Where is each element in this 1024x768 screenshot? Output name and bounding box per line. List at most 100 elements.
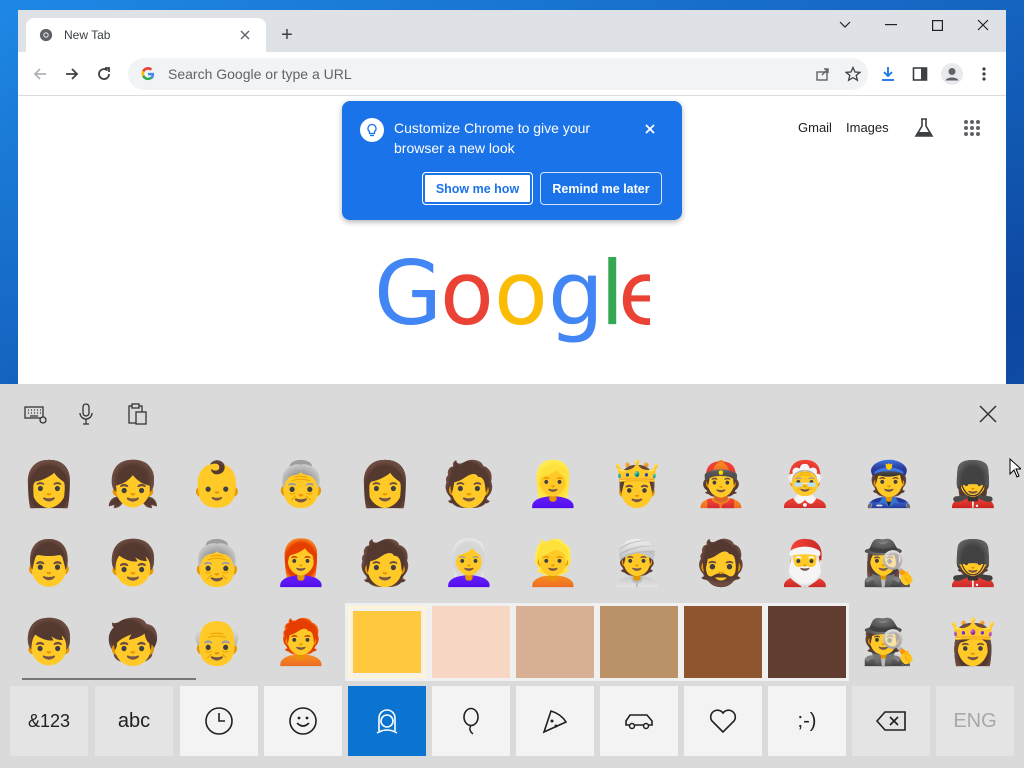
emoji-key[interactable]: 👨 <box>7 526 91 602</box>
share-icon[interactable] <box>808 60 838 88</box>
tab-title: New Tab <box>64 28 111 42</box>
skin-tone-color <box>600 606 678 678</box>
new-tab-button[interactable]: + <box>275 23 299 47</box>
download-icon[interactable] <box>874 60 902 88</box>
pizza-icon <box>542 710 568 734</box>
emoji-key[interactable]: 🤴 <box>595 447 679 523</box>
emoji-key[interactable]: 👴 <box>175 605 259 681</box>
close-icon[interactable] <box>974 400 1002 428</box>
side-panel-icon[interactable] <box>906 60 934 88</box>
keyboard-top-bar <box>0 384 1024 442</box>
promo-message: Customize Chrome to give your browser a … <box>394 120 591 156</box>
skin-tone-swatch[interactable] <box>684 606 762 678</box>
emoji-key[interactable]: 👩‍🦰 <box>259 526 343 602</box>
google-logo-letter-o2: o <box>494 254 548 345</box>
celebration-tab[interactable] <box>432 686 510 756</box>
skin-tone-swatch[interactable] <box>432 606 510 678</box>
tab-new-tab[interactable]: New Tab <box>26 18 266 52</box>
letters-key-label: abc <box>117 709 151 732</box>
more-menu-icon[interactable] <box>970 60 998 88</box>
keyboard-category-row: &123 abc ;-) ENG <box>0 684 1024 768</box>
people-tab[interactable] <box>348 686 426 756</box>
google-logo: G o o g l e <box>374 254 650 345</box>
emoji-key[interactable]: 💂 <box>931 526 1015 602</box>
forward-arrow-icon[interactable] <box>58 60 86 88</box>
clipboard-icon[interactable] <box>123 400 151 428</box>
food-tab[interactable] <box>516 686 594 756</box>
show-me-how-button[interactable]: Show me how <box>422 172 533 205</box>
emoji-key[interactable]: 👳 <box>595 526 679 602</box>
emoji-key[interactable]: 🧑 <box>427 447 511 523</box>
keyboard-settings-icon[interactable] <box>22 400 50 428</box>
skin-tone-swatch[interactable] <box>600 606 678 678</box>
reload-icon[interactable] <box>90 60 118 88</box>
symbols-emoji-tab[interactable] <box>684 686 762 756</box>
emoticons-tab-label: ;-) <box>797 709 817 732</box>
browser-toolbar: Search Google or type a URL <box>18 52 1006 96</box>
emoji-key[interactable]: 👱‍♀️ <box>511 447 595 523</box>
chevron-down-icon[interactable] <box>822 10 868 40</box>
emoji-key[interactable]: 👵 <box>175 526 259 602</box>
mouse-cursor <box>1009 458 1021 478</box>
skin-tone-picker <box>345 603 849 681</box>
images-link[interactable]: Images <box>846 120 889 135</box>
emoticons-tab[interactable]: ;-) <box>768 686 846 756</box>
language-key[interactable]: ENG <box>936 686 1014 756</box>
apps-grid-icon[interactable] <box>958 114 986 142</box>
emoji-key[interactable]: 👦 <box>91 526 175 602</box>
emoji-key[interactable]: 🧑‍🦰 <box>259 605 343 681</box>
emoji-key[interactable]: 🧒 <box>91 605 175 681</box>
emoji-key[interactable]: 👮 <box>847 447 931 523</box>
microphone-icon[interactable] <box>72 400 100 428</box>
emoji-key[interactable]: 👩 <box>7 447 91 523</box>
emoji-key[interactable]: 👦 <box>7 605 91 681</box>
emoji-key[interactable]: 👩‍🦳 <box>427 526 511 602</box>
skin-tone-color <box>432 606 510 678</box>
emoji-key[interactable]: 🕵️ <box>847 605 931 681</box>
clock-icon <box>205 707 233 735</box>
emoji-key[interactable]: 👸 <box>931 605 1015 681</box>
omnibox[interactable]: Search Google or type a URL <box>128 58 868 90</box>
person-icon <box>376 709 398 734</box>
skin-tone-swatch[interactable] <box>768 606 846 678</box>
profile-avatar-icon[interactable] <box>938 60 966 88</box>
close-icon[interactable] <box>640 119 660 139</box>
skin-tone-swatch[interactable] <box>348 606 426 678</box>
close-icon[interactable] <box>236 26 254 44</box>
travel-tab[interactable] <box>600 686 678 756</box>
back-arrow-icon[interactable] <box>26 60 54 88</box>
emoji-key[interactable]: 👩 <box>343 447 427 523</box>
skin-tone-color <box>684 606 762 678</box>
emoji-key[interactable]: 🧔 <box>679 526 763 602</box>
symbols-key-label: &123 <box>27 710 71 731</box>
google-logo-letter-o1: o <box>440 254 494 345</box>
emoji-key[interactable]: 🕵️‍♀️ <box>847 526 931 602</box>
skin-tone-color <box>353 611 421 673</box>
letters-key[interactable]: abc <box>95 686 173 756</box>
emoji-key[interactable]: 🤶 <box>763 447 847 523</box>
labs-flask-icon[interactable] <box>910 114 938 142</box>
emoji-key[interactable]: 🧑 <box>343 526 427 602</box>
star-icon[interactable] <box>838 60 868 88</box>
backspace-key[interactable] <box>852 686 930 756</box>
smileys-tab[interactable] <box>264 686 342 756</box>
minimize-icon[interactable] <box>868 10 914 40</box>
google-logo-letter-e: e <box>618 254 650 345</box>
smiley-icon <box>289 707 317 735</box>
emoji-key[interactable]: 💂‍♀️ <box>931 447 1015 523</box>
maximize-icon[interactable] <box>914 10 960 40</box>
symbols-key[interactable]: &123 <box>10 686 88 756</box>
emoji-key[interactable]: 👧 <box>91 447 175 523</box>
gmail-link[interactable]: Gmail <box>798 120 832 135</box>
customize-chrome-promo: Customize Chrome to give your browser a … <box>342 101 682 220</box>
emoji-key[interactable]: 👵 <box>259 447 343 523</box>
close-icon[interactable] <box>960 10 1006 40</box>
backspace-icon <box>875 711 906 731</box>
emoji-key[interactable]: 👶 <box>175 447 259 523</box>
skin-tone-swatch[interactable] <box>516 606 594 678</box>
emoji-key[interactable]: 👲 <box>679 447 763 523</box>
remind-me-later-button[interactable]: Remind me later <box>540 172 662 205</box>
recent-emoji-tab[interactable] <box>180 686 258 756</box>
emoji-key[interactable]: 🎅 <box>763 526 847 602</box>
emoji-key[interactable]: 👱 <box>511 526 595 602</box>
